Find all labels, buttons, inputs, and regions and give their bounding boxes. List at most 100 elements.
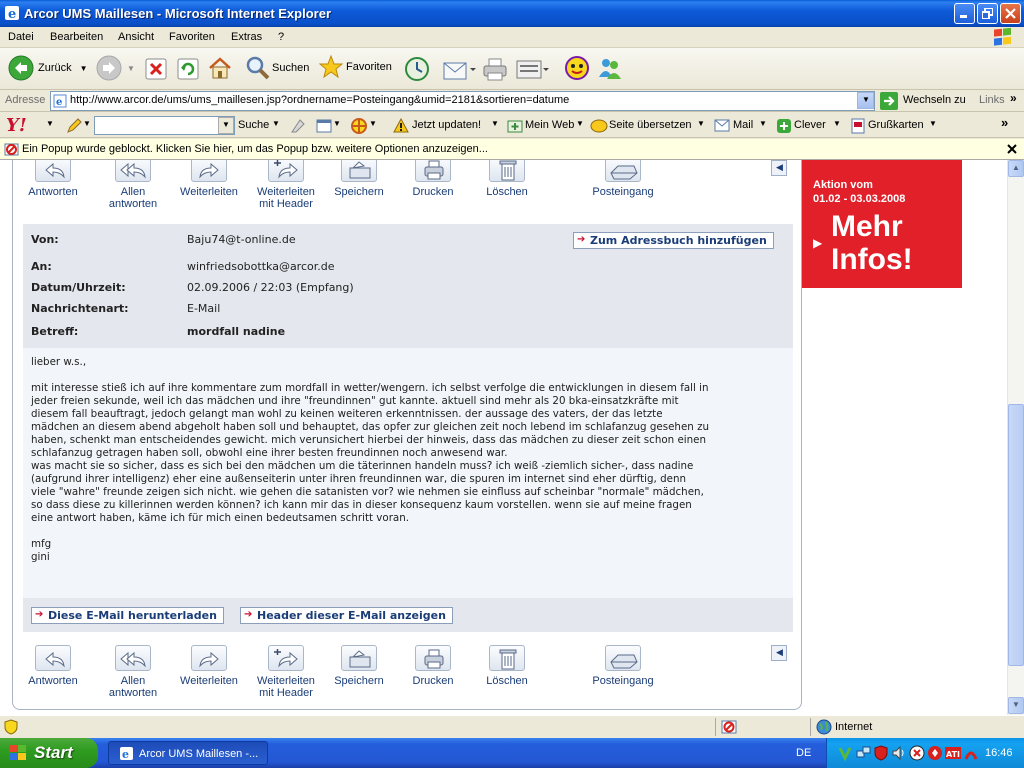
- chevron-down-icon[interactable]: ▼: [333, 119, 341, 128]
- yahoo-logo[interactable]: Y!: [6, 115, 27, 136]
- stop-icon[interactable]: [144, 57, 168, 81]
- reply-button[interactable]: Antworten: [21, 160, 85, 198]
- cards-button[interactable]: Grußkarten: [868, 119, 924, 131]
- forward-header-button[interactable]: Weiterleiten mit Header: [249, 160, 323, 210]
- add-to-addressbook-button[interactable]: Zum Adressbuch hinzufügen: [573, 232, 774, 249]
- address-url[interactable]: http://www.arcor.de/ums/ums_maillesen.js…: [70, 94, 569, 106]
- chevron-down-icon[interactable]: ▼: [491, 119, 499, 128]
- delete-button[interactable]: Löschen: [475, 160, 539, 198]
- clever-button[interactable]: Clever: [794, 119, 826, 131]
- ati-icon[interactable]: ATI: [945, 745, 961, 761]
- home-icon[interactable]: [207, 55, 233, 81]
- myweb-button[interactable]: Mein Web: [525, 119, 574, 131]
- pencil-icon[interactable]: [66, 118, 82, 134]
- go-arrow-icon[interactable]: [880, 92, 898, 110]
- collapse-toggle[interactable]: ◀: [771, 160, 787, 176]
- links-label[interactable]: Links: [979, 94, 1005, 106]
- menu-extras[interactable]: Extras: [231, 31, 262, 43]
- close-icon[interactable]: [1006, 143, 1018, 155]
- start-button[interactable]: Start: [0, 738, 98, 768]
- back-button[interactable]: Zurück ▼: [8, 54, 88, 82]
- save-button[interactable]: Speichern: [327, 645, 391, 687]
- inbox-button[interactable]: Posteingang: [578, 160, 668, 198]
- clock[interactable]: 16:46: [985, 747, 1013, 759]
- print-mail-button[interactable]: Drucken: [401, 160, 465, 198]
- chevron-down-icon[interactable]: ▼: [576, 119, 584, 128]
- chevron-down-icon[interactable]: ▼: [929, 119, 937, 128]
- refresh-icon[interactable]: [176, 57, 200, 81]
- menu-ansicht[interactable]: Ansicht: [118, 31, 154, 43]
- highlight-icon[interactable]: [290, 118, 306, 134]
- chevron-down-icon[interactable]: ▼: [833, 119, 841, 128]
- print-mail-button[interactable]: Drucken: [401, 645, 465, 687]
- scroll-up-button[interactable]: ▲: [1008, 160, 1024, 177]
- update-button[interactable]: Jetzt updaten!: [412, 119, 481, 131]
- translate-button[interactable]: Seite übersetzen: [609, 119, 692, 131]
- forward-mail-button[interactable]: Weiterleiten: [177, 645, 241, 687]
- messenger-icon[interactable]: [597, 55, 623, 81]
- forward-header-button[interactable]: Weiterleiten mit Header: [249, 645, 323, 699]
- history-icon[interactable]: [403, 55, 431, 83]
- task-ie-window[interactable]: e Arcor UMS Maillesen -...: [108, 741, 268, 765]
- chevron-down-icon[interactable]: ▼: [83, 119, 91, 128]
- firewall-icon[interactable]: [927, 745, 943, 761]
- from-value[interactable]: Baju74@t-online.de: [187, 233, 296, 246]
- antivirus-icon[interactable]: [909, 745, 925, 761]
- chevron-down-icon[interactable]: ▼: [697, 119, 705, 128]
- forward-button[interactable]: ▼: [96, 54, 135, 82]
- scroll-thumb[interactable]: [1008, 404, 1024, 666]
- chevron-down-icon[interactable]: ▼: [46, 119, 54, 128]
- search-button[interactable]: Suchen: [244, 54, 309, 82]
- chevron-right-icon[interactable]: »: [1001, 115, 1008, 130]
- address-dropdown[interactable]: ▼: [857, 92, 874, 109]
- yahoo-messenger-icon[interactable]: [565, 54, 591, 82]
- mail-button[interactable]: Mail: [733, 119, 753, 131]
- mail-icon[interactable]: [442, 56, 476, 82]
- chevron-right-icon[interactable]: »: [1010, 91, 1017, 105]
- download-mail-button[interactable]: Diese E-Mail herunterladen: [31, 607, 224, 624]
- forward-mail-button[interactable]: Weiterleiten: [177, 160, 241, 198]
- show-header-button[interactable]: Header dieser E-Mail anzeigen: [240, 607, 453, 624]
- minimize-button[interactable]: [954, 3, 975, 24]
- network-icon[interactable]: [855, 745, 871, 761]
- reply-all-button[interactable]: Allen antworten: [101, 160, 165, 210]
- chevron-down-icon[interactable]: ▼: [759, 119, 767, 128]
- menu-bearbeiten[interactable]: Bearbeiten: [50, 31, 103, 43]
- reply-icon: [35, 160, 71, 182]
- tray-app-icon[interactable]: [837, 745, 853, 761]
- ad-banner[interactable]: Aktion vom 01.02 - 03.03.2008 ▶ Mehr Inf…: [802, 160, 962, 288]
- antispy-icon[interactable]: [350, 117, 368, 135]
- chevron-down-icon[interactable]: ▼: [80, 64, 88, 73]
- favorites-button[interactable]: Favoriten: [318, 54, 392, 80]
- popup-info-bar[interactable]: Ein Popup wurde geblockt. Klicken Sie hi…: [0, 139, 1024, 160]
- acrobat-icon[interactable]: [963, 745, 979, 761]
- security-shield-icon[interactable]: [873, 745, 889, 761]
- reply-button[interactable]: Antworten: [21, 645, 85, 687]
- save-button[interactable]: Speichern: [327, 160, 391, 198]
- yahoo-search-input[interactable]: [94, 116, 235, 135]
- reply-all-button[interactable]: Allen antworten: [101, 645, 165, 699]
- menu-datei[interactable]: Datei: [8, 31, 34, 43]
- vertical-scrollbar[interactable]: ▲ ▼: [1007, 160, 1024, 715]
- popup-blocked-status-icon[interactable]: [721, 719, 737, 735]
- volume-icon[interactable]: [891, 745, 907, 761]
- close-button[interactable]: [1000, 3, 1021, 24]
- restore-button[interactable]: [977, 3, 998, 24]
- chevron-down-icon[interactable]: ▼: [127, 64, 135, 73]
- print-icon[interactable]: [481, 56, 509, 82]
- menu-favoriten[interactable]: Favoriten: [169, 31, 215, 43]
- go-button[interactable]: Wechseln zu: [903, 94, 966, 106]
- chevron-down-icon[interactable]: ▼: [272, 119, 280, 128]
- yahoo-search-button[interactable]: Suche: [238, 119, 269, 131]
- delete-button[interactable]: Löschen: [475, 645, 539, 687]
- title-bar[interactable]: e Arcor UMS Maillesen - Microsoft Intern…: [0, 0, 1024, 27]
- scroll-down-button[interactable]: ▼: [1008, 697, 1024, 714]
- collapse-toggle[interactable]: ◀: [771, 645, 787, 661]
- inbox-button[interactable]: Posteingang: [578, 645, 668, 687]
- edit-icon[interactable]: [515, 56, 549, 82]
- popup-blocker-icon[interactable]: [316, 118, 332, 134]
- menu-help[interactable]: ?: [278, 31, 284, 43]
- language-indicator[interactable]: DE: [796, 747, 811, 759]
- yahoo-search-dropdown[interactable]: ▼: [218, 117, 234, 134]
- chevron-down-icon[interactable]: ▼: [369, 119, 377, 128]
